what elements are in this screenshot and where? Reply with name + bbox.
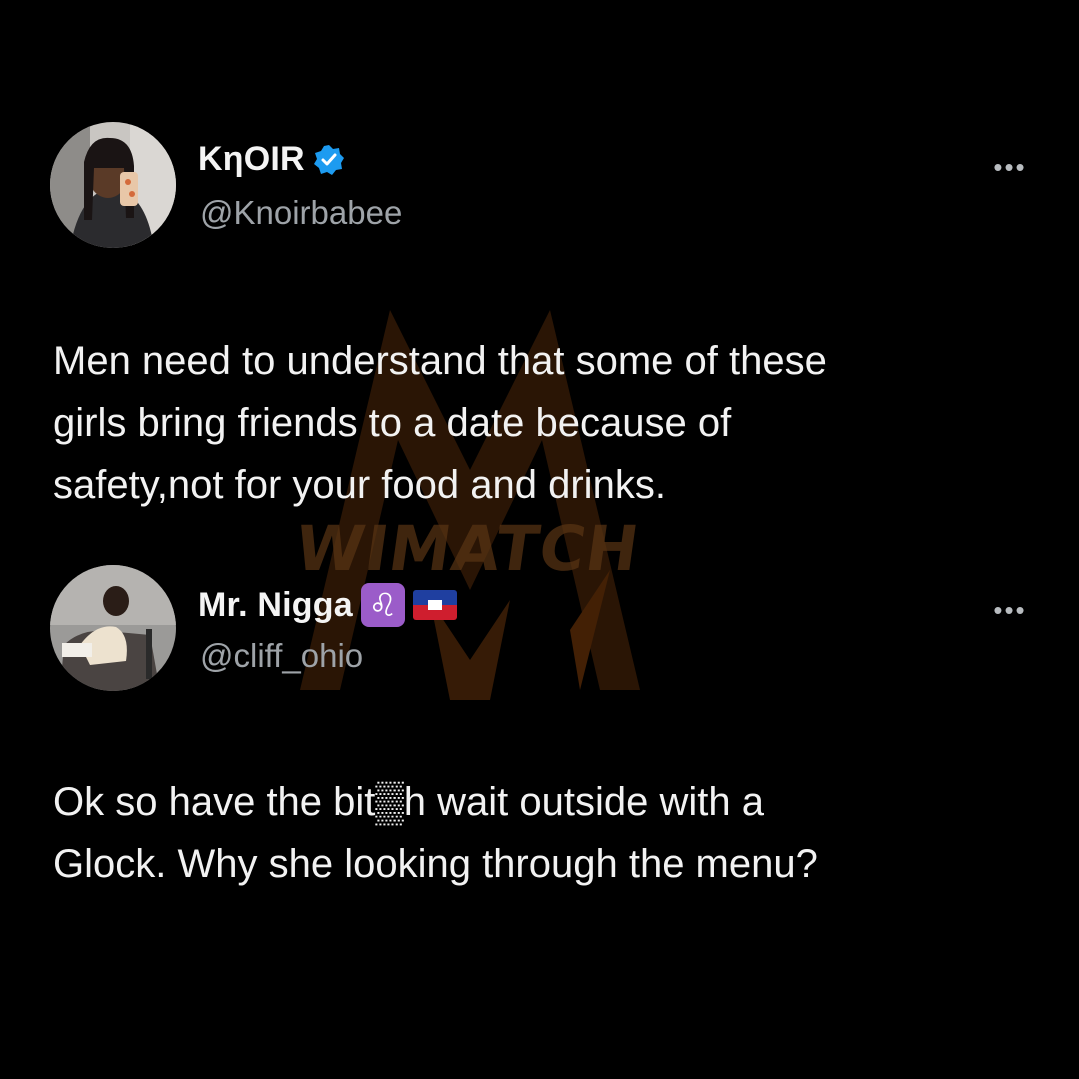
more-options-button[interactable]: ••• xyxy=(980,152,1040,182)
avatar[interactable] xyxy=(50,565,176,691)
tweet-text: Men need to understand that some of thes… xyxy=(53,339,827,507)
haiti-flag-icon xyxy=(412,590,457,620)
author-handle[interactable]: @Knoirbabee xyxy=(200,194,402,232)
display-name[interactable]: Mr. Nigga xyxy=(198,586,353,625)
tweet-card[interactable]: KηOIR @Knoirbabee ••• Men need to unders… xyxy=(50,122,1040,516)
display-name[interactable]: KηOIR xyxy=(198,140,305,179)
tweet-header: KηOIR @Knoirbabee ••• xyxy=(50,122,1040,252)
author-name-row: Mr. Nigga ♌ xyxy=(198,583,457,627)
author-name-row: KηOIR xyxy=(198,140,345,179)
author-handle[interactable]: @cliff_ohio xyxy=(200,637,363,675)
more-options-button[interactable]: ••• xyxy=(980,595,1040,625)
tweet-text: Ok so have the bit▒h wait outside with a… xyxy=(53,780,818,886)
avatar[interactable] xyxy=(50,122,176,248)
tweet-card[interactable]: Mr. Nigga ♌ @cliff_ohio ••• Ok so have t… xyxy=(50,565,1040,895)
verified-badge-icon xyxy=(313,144,345,176)
leo-zodiac-icon: ♌ xyxy=(360,583,405,627)
tweet-header: Mr. Nigga ♌ @cliff_ohio ••• xyxy=(50,565,1040,695)
